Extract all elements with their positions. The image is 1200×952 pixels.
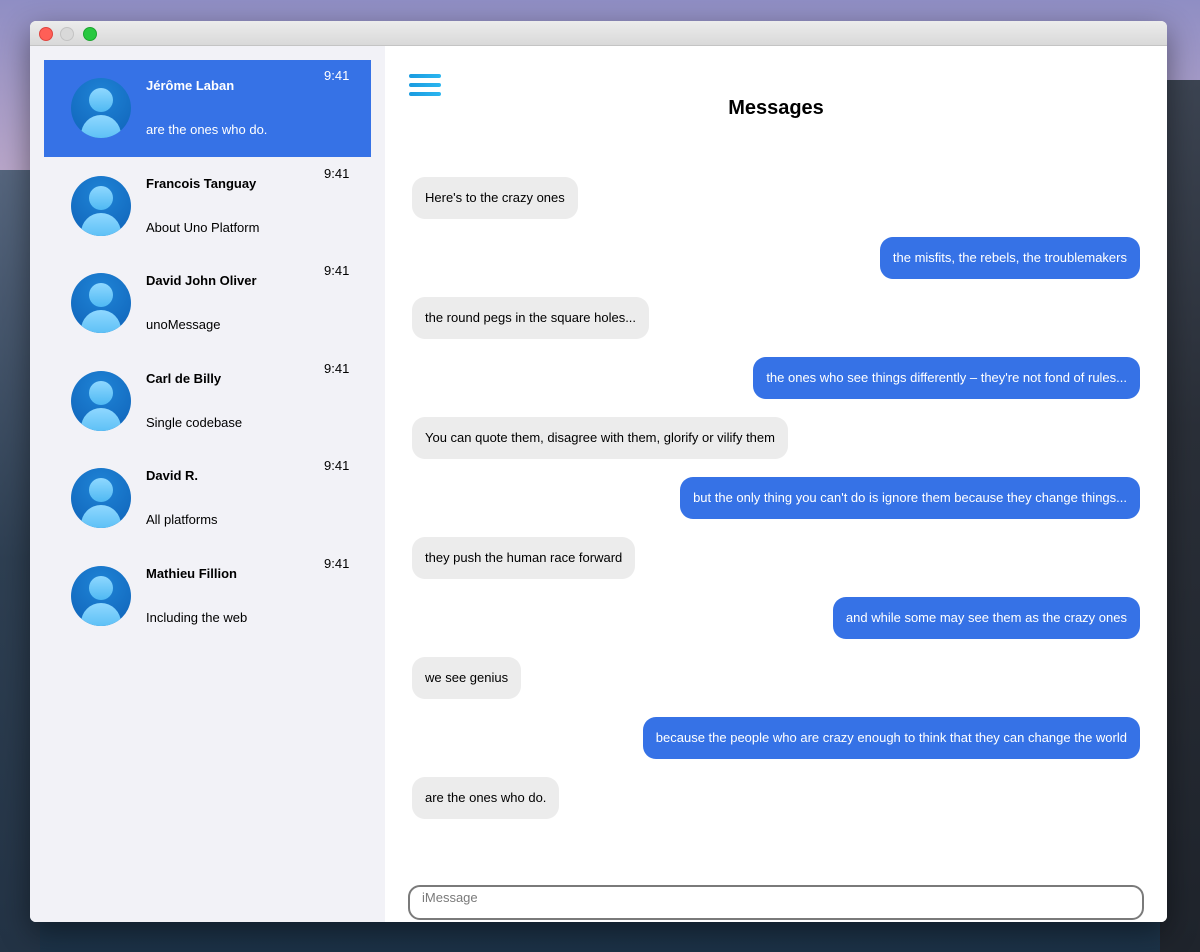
hamburger-menu-icon[interactable] [409,74,441,98]
message-bubble-outgoing: the misfits, the rebels, the troublemake… [879,237,1140,279]
contact-name: Francois Tanguay [146,176,257,191]
contact-item[interactable]: Jérôme Laban 9:41 are the ones who do. [44,60,371,157]
person-avatar-icon [71,176,131,236]
close-window-button[interactable] [39,27,53,41]
contact-preview: About Uno Platform [146,220,260,235]
contact-name: Jérôme Laban [146,78,235,93]
conversation-pane: Messages Here's to the crazy ones the mi… [385,46,1167,922]
title-bar[interactable] [30,21,1167,46]
contact-time: 9:41 [324,166,350,181]
person-avatar-icon [71,468,131,528]
contact-time: 9:41 [324,68,350,83]
minimize-window-button[interactable] [60,27,74,41]
contact-preview: Including the web [146,610,248,625]
person-avatar-icon [71,566,131,626]
contact-name: Carl de Billy [146,371,222,386]
app-window: Jérôme Laban 9:41 are the ones who do. F… [30,21,1167,922]
contact-item[interactable]: David John Oliver 9:41 unoMessage [44,255,371,352]
maximize-window-button[interactable] [83,27,97,41]
contact-time: 9:41 [324,556,350,571]
contact-preview: unoMessage [146,317,221,332]
message-bubble-incoming: the round pegs in the square holes... [412,297,650,339]
conversation-list: Jérôme Laban 9:41 are the ones who do. F… [30,46,385,922]
contact-name: David R. [146,468,199,483]
contact-item[interactable]: Carl de Billy 9:41 Single codebase [44,353,371,450]
contact-preview: are the ones who do. [146,122,268,137]
contact-name: Mathieu Fillion [146,566,237,581]
contact-item[interactable]: David R. 9:41 All platforms [44,450,371,547]
person-avatar-icon [71,78,131,138]
page-title: Messages [728,97,824,119]
message-input[interactable] [408,885,1144,920]
message-bubble-outgoing: the ones who see things differently – th… [753,357,1140,399]
message-bubble-incoming: are the ones who do. [412,777,560,819]
message-bubble-incoming: Here's to the crazy ones [412,177,578,219]
message-bubble-incoming: they push the human race forward [412,537,636,579]
message-bubble-outgoing: because the people who are crazy enough … [642,717,1140,759]
message-bubble-incoming: we see genius [412,657,522,699]
contact-name: David John Oliver [146,273,257,288]
contact-preview: Single codebase [146,415,243,430]
contact-item[interactable]: Francois Tanguay 9:41 About Uno Platform [44,158,371,255]
person-avatar-icon [71,273,131,333]
contact-time: 9:41 [324,458,350,473]
contact-time: 9:41 [324,263,350,278]
contact-preview: All platforms [146,512,218,527]
contact-time: 9:41 [324,361,350,376]
message-bubble-outgoing: but the only thing you can't do is ignor… [680,477,1140,519]
contact-item[interactable]: Mathieu Fillion 9:41 Including the web [44,548,371,645]
message-bubble-outgoing: and while some may see them as the crazy… [832,597,1140,639]
person-avatar-icon [71,371,131,431]
message-bubble-incoming: You can quote them, disagree with them, … [412,417,788,459]
